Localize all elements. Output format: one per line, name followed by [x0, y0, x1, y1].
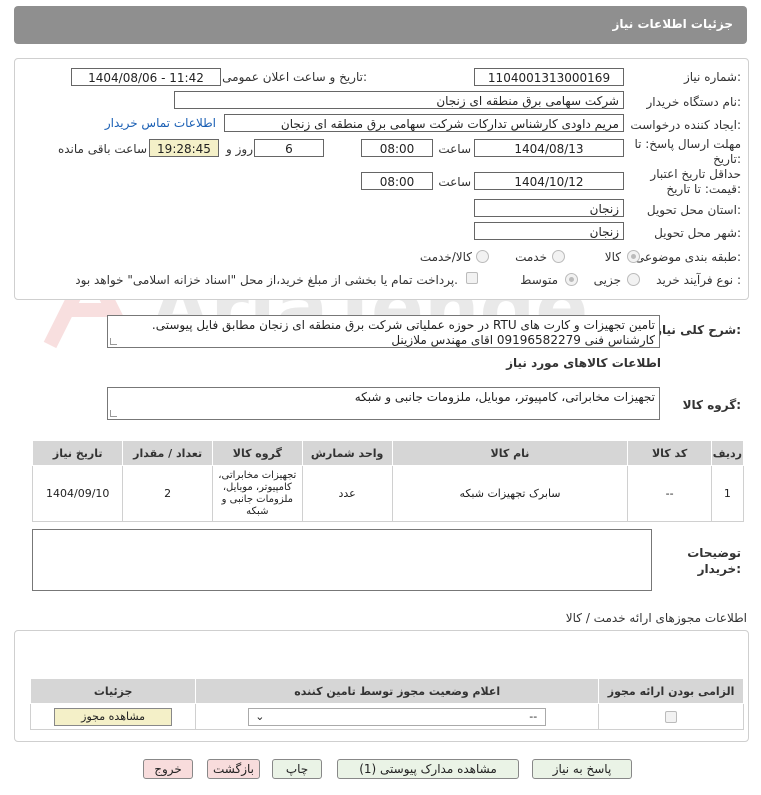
permits-table: الزامی بودن ارائه مجوز اعلام وضعیت مجوز … [29, 678, 744, 730]
goods-group-textarea: تجهیزات مخابراتی، کامپیوتر، موبایل، ملزو… [107, 387, 660, 420]
validity-label: حداقل تاریخ اعتبار [650, 167, 741, 181]
exit-button[interactable]: خروج [143, 759, 193, 779]
page-title: جزئیات اطلاعات نیاز [612, 17, 733, 31]
print-button[interactable]: چاپ [272, 759, 322, 779]
buyer-contact-link[interactable]: اطلاعات تماس خریدار [105, 116, 216, 130]
category-radio-service[interactable] [552, 250, 565, 263]
permits-required-cell [598, 703, 744, 730]
category-label: طبقه بندی موضوعی: [634, 250, 741, 264]
permit-status-value: -- [529, 709, 538, 723]
category-radio-goods[interactable] [627, 250, 640, 263]
process-option-minor: جزیی [593, 273, 621, 287]
permits-status-cell: ⌄ -- [195, 703, 600, 730]
announce-field: 1404/08/06 - 11:42 [71, 68, 221, 86]
category-radio-goods-service[interactable] [476, 250, 489, 263]
col-group: گروه کالا [211, 440, 303, 466]
permit-required-checkbox [665, 711, 678, 723]
back-button[interactable]: بازگشت [207, 759, 260, 779]
description-textarea: تامین تجهیزات و کارت های RTU در حوزه عمل… [107, 315, 660, 348]
category-option-goods-service: کالا/خدمت [419, 250, 472, 264]
payment-note: پرداخت تمام یا بخشی از مبلغ خرید،از محل … [75, 273, 458, 287]
chevron-down-icon: ⌄ [255, 709, 265, 723]
permits-col-details: جزئیات [29, 678, 197, 704]
process-label: نوع فرآیند خرید : [656, 273, 741, 287]
goods-group-label: گروه کالا: [682, 398, 741, 412]
reply-button[interactable]: پاسخ به نیاز [532, 759, 632, 779]
description-line-1: تامین تجهیزات و کارت های RTU در حوزه عمل… [151, 318, 655, 332]
province-label: استان محل تحویل: [646, 203, 741, 217]
permits-col-required: الزامی بودن ارائه مجوز [598, 678, 744, 704]
deadline-label: مهلت ارسال پاسخ: تا [634, 137, 741, 151]
category-option-service: خدمت [515, 250, 547, 264]
col-name: نام کالا [391, 440, 629, 466]
row-name: سابرک تجهیزات شبکه [391, 465, 629, 522]
validity-time-label: ساعت [438, 175, 471, 189]
description-label: شرح کلی نیاز: [655, 323, 741, 337]
process-option-medium: متوسط [520, 273, 558, 287]
table-row[interactable]: 1 -- سابرک تجهیزات شبکه عدد تجهیزات مخاب… [31, 465, 745, 522]
announce-label: تاریخ و ساعت اعلان عمومی: [222, 70, 367, 84]
buyer-notes-textarea [32, 529, 652, 591]
page-header: جزئیات اطلاعات نیاز [14, 6, 747, 44]
buyer-notes-label-2: خریدار: [697, 562, 741, 576]
row-group: تجهیزات مخابراتی، کامپیوتر، موبایل، ملزو… [211, 465, 303, 522]
treasury-checkbox[interactable] [466, 272, 478, 284]
deadline-time-field: 08:00 [361, 139, 433, 157]
days-label: روز و [226, 142, 253, 156]
view-permit-button[interactable]: مشاهده مجوز [54, 707, 173, 726]
permits-col-status: اعلام وضعیت مجوز توسط تامین کننده [195, 678, 600, 704]
creator-label: ایجاد کننده درخواست: [630, 118, 741, 132]
city-field: زنجان [474, 222, 624, 240]
goods-table-header: ردیف کد کالا نام کالا واحد شمارش گروه کا… [31, 440, 745, 466]
row-unit: عدد [301, 465, 393, 522]
buyer-field: شرکت سهامی برق منطقه ای زنجان [174, 91, 624, 109]
col-date: تاریخ نیاز [31, 440, 124, 466]
view-attachments-button[interactable]: مشاهده مدارک پیوستی (1) [337, 759, 519, 779]
validity-label-2: قیمت: تا تاریخ: [666, 182, 741, 196]
goods-group-value: تجهیزات مخابراتی، کامپیوتر، موبایل، ملزو… [354, 390, 655, 404]
permit-status-select[interactable]: ⌄ -- [248, 707, 547, 726]
city-label: شهر محل تحویل: [654, 226, 741, 240]
col-qty: تعداد / مقدار [122, 440, 213, 466]
row-date: 1404/09/10 [31, 465, 124, 522]
col-code: کد کالا [627, 440, 712, 466]
days-field: 6 [254, 139, 324, 157]
need-number-label: شماره نیاز: [683, 70, 741, 84]
row-code: -- [627, 465, 712, 522]
remaining-label: ساعت باقی مانده [57, 142, 147, 156]
validity-date-field: 1404/10/12 [474, 172, 624, 190]
permits-details-cell: مشاهده مجوز [29, 703, 197, 730]
row-qty: 2 [122, 465, 213, 522]
resize-grip-icon[interactable] [110, 338, 117, 345]
validity-time-field: 08:00 [361, 172, 433, 190]
creator-field: مریم داودی کارشناس تدارکات شرکت سهامی بر… [224, 114, 624, 132]
buyer-notes-label: توضیحات [687, 546, 741, 560]
permits-title: اطلاعات مجوزهای ارائه خدمت / کالا [565, 611, 747, 625]
table-row: ⌄ -- مشاهده مجوز [29, 703, 744, 730]
deadline-date-field: 1404/08/13 [474, 139, 624, 157]
col-index: ردیف [710, 440, 745, 466]
deadline-label-2: تاریخ: [713, 152, 741, 166]
resize-grip-icon[interactable] [110, 410, 117, 417]
description-line-2: کارشناس فنی 09196582279 اقای مهندس ملازی… [391, 333, 655, 347]
province-field: زنجان [474, 199, 624, 217]
process-radio-minor[interactable] [627, 273, 640, 286]
row-index: 1 [710, 465, 745, 522]
buyer-label: نام دستگاه خریدار: [646, 95, 742, 109]
goods-section-title: اطلاعات کالاهای مورد نیاز [506, 356, 661, 370]
goods-table: ردیف کد کالا نام کالا واحد شمارش گروه کا… [31, 440, 745, 522]
category-option-goods: کالا [604, 250, 621, 264]
col-unit: واحد شمارش [301, 440, 393, 466]
deadline-time-label: ساعت [438, 142, 471, 156]
remaining-time-field: 19:28:45 [149, 139, 219, 157]
need-number-field: 1104001313000169 [474, 68, 624, 86]
process-radio-medium[interactable] [565, 273, 578, 286]
permits-table-header: الزامی بودن ارائه مجوز اعلام وضعیت مجوز … [29, 678, 744, 704]
